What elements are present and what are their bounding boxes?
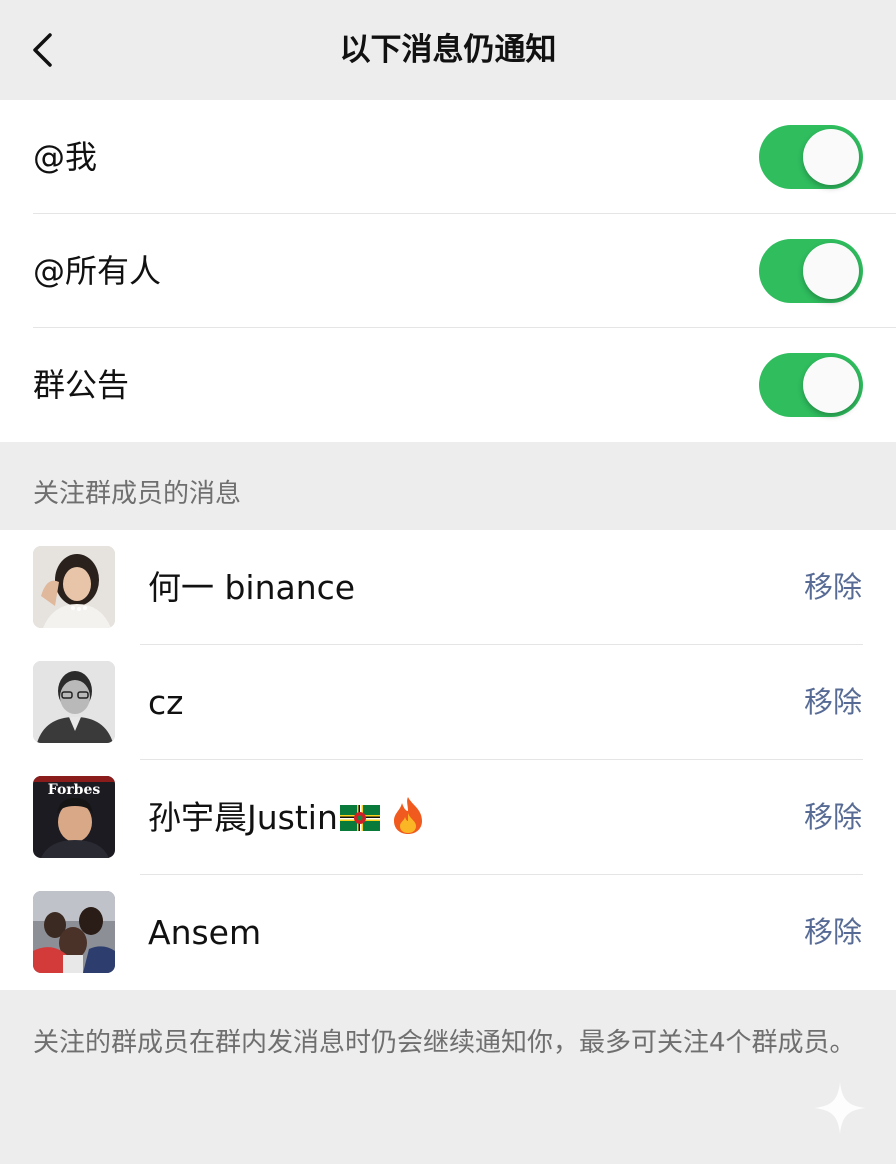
dominica-flag-icon — [339, 805, 380, 831]
forbes-logo-text: Forbes — [48, 782, 101, 798]
toggle-knob — [803, 243, 859, 299]
toggle-knob — [803, 129, 859, 185]
woman-portrait-avatar[interactable] — [33, 546, 115, 628]
members-section-header: 关注群成员的消息 — [33, 479, 242, 509]
sparkle-icon — [814, 1082, 866, 1134]
forbes-cover-avatar[interactable]: Forbes — [33, 776, 115, 858]
member-name: 孙宇晨Justin — [148, 760, 426, 875]
remove-button[interactable]: 移除 — [804, 645, 862, 760]
switch-label: @所有人 — [33, 252, 162, 290]
crowd-photo-avatar[interactable] — [33, 891, 115, 973]
navigation-bar: 以下消息仍通知 — [0, 0, 896, 100]
list-item: 何一 binance 移除 — [0, 530, 896, 645]
list-item: Forbes 孙宇晨Justin 移除 — [0, 760, 896, 875]
remove-button[interactable]: 移除 — [804, 760, 862, 875]
toggle-knob — [803, 357, 859, 413]
notification-switches-group: @我 @所有人 群公告 — [0, 100, 896, 442]
fire-icon — [393, 797, 422, 834]
mention-me-toggle[interactable] — [759, 125, 863, 189]
member-name-text: 孙宇晨Justin — [148, 798, 338, 837]
list-item: cz 移除 — [0, 645, 896, 760]
switch-label: 群公告 — [33, 366, 130, 404]
member-name: Ansem — [148, 913, 262, 952]
member-name: cz — [148, 683, 184, 722]
switch-label: @我 — [33, 138, 98, 176]
remove-button[interactable]: 移除 — [804, 530, 862, 645]
footer-note: 关注的群成员在群内发消息时仍会继续通知你，最多可关注4个群成员。 — [33, 1028, 856, 1058]
man-glasses-sketch-avatar[interactable] — [33, 661, 115, 743]
page-title: 以下消息仍通知 — [339, 32, 557, 68]
switch-row-group-announcement: 群公告 — [0, 328, 896, 442]
followed-members-list: 何一 binance 移除 cz 移除 Forbes 孙宇晨Justin 移除 … — [0, 530, 896, 990]
switch-row-mention-me: @我 — [0, 100, 896, 214]
member-name: 何一 binance — [148, 568, 356, 607]
list-item: Ansem 移除 — [0, 875, 896, 990]
group-announcement-toggle[interactable] — [759, 353, 863, 417]
switch-row-mention-all: @所有人 — [0, 214, 896, 328]
remove-button[interactable]: 移除 — [804, 875, 862, 990]
mention-all-toggle[interactable] — [759, 239, 863, 303]
